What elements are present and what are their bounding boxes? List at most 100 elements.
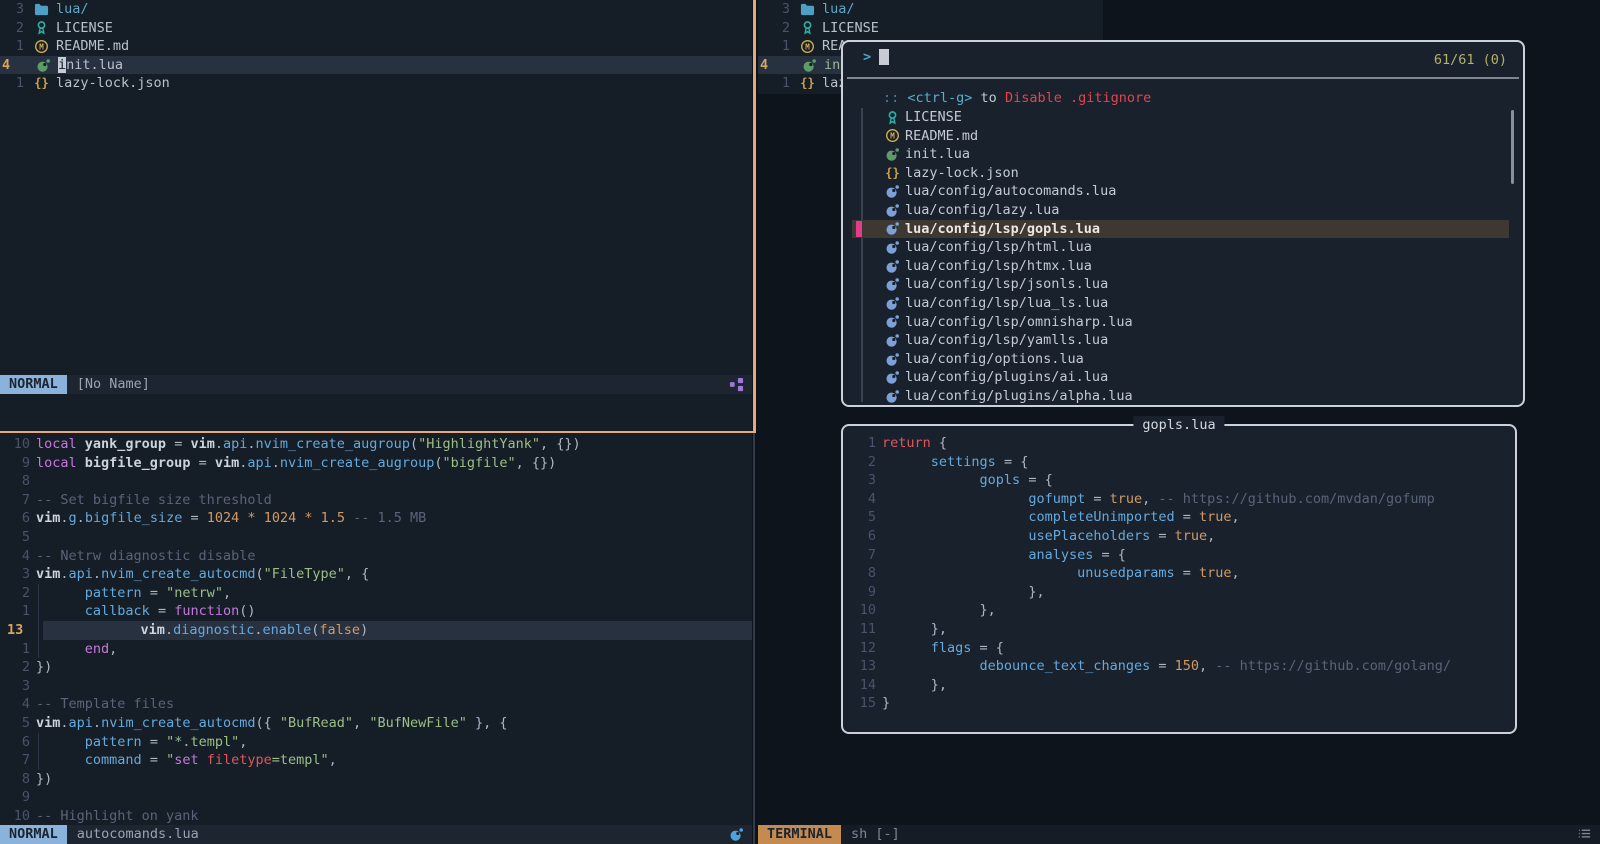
mode-indicator: NORMAL — [0, 825, 67, 844]
picker-item-label: lua/config/lsp/omnisharp.lua — [905, 313, 1133, 332]
picker-item[interactable]: lua/config/lsp/omnisharp.lua — [843, 313, 1523, 332]
code-line: 9 }, — [843, 583, 1515, 602]
line-number: 3 — [0, 677, 30, 696]
list-icon — [1577, 827, 1592, 842]
code-line: 15} — [843, 694, 1515, 713]
picker-item[interactable]: MREADME.md — [843, 127, 1523, 146]
code-line: 2 pattern = "netrw", — [0, 584, 752, 603]
picker-item[interactable]: lua/config/lsp/jsonls.lua — [843, 275, 1523, 294]
line-number: 7 — [0, 491, 30, 510]
picker-item[interactable]: LICENSE — [843, 108, 1523, 127]
picker-item[interactable]: lua/config/lsp/gopls.lua — [852, 220, 1509, 239]
code-text: pattern = "netrw", — [36, 584, 752, 603]
code-text: local bigfile_group = vim.api.nvim_creat… — [36, 454, 752, 473]
picker-item[interactable]: init.lua — [843, 145, 1523, 164]
picker-item[interactable]: lua/config/plugins/alpha.lua — [843, 387, 1523, 406]
code-text: }) — [36, 770, 752, 789]
code-text: usePlaceholders = true, — [882, 527, 1515, 546]
prompt-separator — [847, 77, 1519, 79]
right-pane[interactable]: 3lua/2LICENSE1MREADME.md4init.lua1{}lazy… — [758, 0, 1600, 844]
line-number: 4 — [758, 56, 792, 75]
code-line: 3 gopls = { — [843, 471, 1515, 490]
lua-blue-icon — [885, 277, 900, 293]
lua-blue-icon — [885, 332, 900, 348]
file-browser-pane[interactable]: 3lua/2LICENSE1MREADME.md4init.lua1{}lazy… — [0, 0, 752, 433]
svg-text:M: M — [39, 42, 44, 51]
lua-blue-icon — [885, 314, 900, 330]
code-text: vim.diagnostic.enable(false) — [43, 621, 752, 640]
line-number: 9 — [0, 454, 30, 473]
code-editor-pane[interactable]: 10local yank_group = vim.api.nvim_create… — [0, 433, 752, 844]
code-line: 1 callback = function() — [0, 602, 752, 621]
line-number: 3 — [843, 471, 876, 490]
code-line: 14 }, — [843, 676, 1515, 695]
file-entry[interactable]: 1MREADME.md — [0, 37, 752, 56]
code-text: analyses = { — [882, 546, 1515, 565]
lua-blue-icon — [885, 295, 900, 311]
line-number: 2 — [0, 19, 24, 38]
line-number: 10 — [0, 435, 30, 454]
license-icon — [33, 20, 50, 36]
line-number: 1 — [0, 602, 30, 621]
file-name: lazy-lock.json — [56, 74, 170, 93]
code-line: 10 }, — [843, 601, 1515, 620]
code-line: 5 — [0, 528, 752, 547]
license-icon — [799, 20, 816, 36]
code-line: 11 }, — [843, 620, 1515, 639]
line-number: 13 — [843, 657, 876, 676]
code-text: callback = function() — [36, 602, 752, 621]
markdown-icon: M — [799, 38, 816, 54]
code-text: -- Set bigfile size threshold — [36, 491, 752, 510]
file-entry[interactable]: 2LICENSE — [758, 19, 1103, 38]
code-text — [36, 788, 752, 807]
code-text: vim.api.nvim_create_autocmd("FileType", … — [36, 565, 752, 584]
picker-item[interactable]: lua/config/options.lua — [843, 350, 1523, 369]
code-line: 8 unusedparams = true, — [843, 564, 1515, 583]
code-text: }, — [882, 601, 1515, 620]
code-line: 2}) — [0, 658, 752, 677]
picker-item[interactable]: lua/config/lsp/html.lua — [843, 238, 1523, 257]
picker-item[interactable]: lua/config/lsp/yamlls.lua — [843, 331, 1523, 350]
picker-item[interactable]: {}lazy-lock.json — [843, 164, 1523, 183]
picker-item[interactable]: lua/config/lsp/lua_ls.lua — [843, 294, 1523, 313]
fzf-picker-popup[interactable]: > 61/61 (0) :: <ctrl-g> to Disable .giti… — [841, 40, 1525, 407]
file-entry[interactable]: 4init.lua — [0, 56, 752, 75]
line-number: 2 — [0, 584, 30, 603]
picker-item[interactable]: lua/config/lsp/htmx.lua — [843, 257, 1523, 276]
code-text: gofumpt = true, -- https://github.com/mv… — [882, 490, 1515, 509]
picker-item[interactable]: lua/config/plugins/ai.lua — [843, 368, 1523, 387]
buffer-title: sh [-] — [851, 825, 900, 844]
line-number: 10 — [843, 601, 876, 620]
screen: { "colors": { "accent_border": "#e8a87c"… — [0, 0, 1600, 844]
code-text: -- Netrw diagnostic disable — [36, 547, 752, 566]
code-line: 4-- Netrw diagnostic disable — [0, 547, 752, 566]
file-entry[interactable]: 3lua/ — [758, 0, 1103, 19]
lua-blue-icon — [885, 221, 900, 237]
lua-green-icon — [801, 57, 818, 73]
lua-icon — [729, 827, 744, 842]
code-line: 5vim.api.nvim_create_autocmd({ "BufRead"… — [0, 714, 752, 733]
file-entry[interactable]: 3lua/ — [0, 0, 752, 19]
file-entry[interactable]: 1{}lazy-lock.json — [0, 74, 752, 93]
picker-results: LICENSEMREADME.mdinit.lua{}lazy-lock.jso… — [843, 108, 1523, 406]
picker-prompt[interactable]: > — [863, 48, 889, 67]
picker-item[interactable]: lua/config/lazy.lua — [843, 201, 1523, 220]
tree-icon — [729, 377, 744, 392]
line-number: 4 — [843, 490, 876, 509]
lua-blue-icon — [885, 388, 900, 404]
lua-blue-icon — [885, 184, 900, 200]
preview-popup: gopls.lua 1return {2 settings = {3 gopls… — [841, 424, 1517, 734]
picker-header: :: <ctrl-g> to Disable .gitignore — [883, 89, 1151, 108]
statusline-left-bottom: NORMAL autocomands.lua — [0, 825, 752, 844]
line-number: 2 — [843, 453, 876, 472]
scrollbar[interactable] — [1511, 110, 1514, 184]
svg-text:M: M — [890, 132, 895, 141]
picker-item[interactable]: lua/config/autocomands.lua — [843, 182, 1523, 201]
file-entry[interactable]: 2LICENSE — [0, 19, 752, 38]
code-line: 6 usePlaceholders = true, — [843, 527, 1515, 546]
mode-indicator: TERMINAL — [758, 825, 841, 844]
prompt-icon: > — [863, 48, 871, 67]
code-line: 13 debounce_text_changes = 150, -- https… — [843, 657, 1515, 676]
lua-blue-icon — [885, 239, 900, 255]
line-number: 3 — [0, 565, 30, 584]
